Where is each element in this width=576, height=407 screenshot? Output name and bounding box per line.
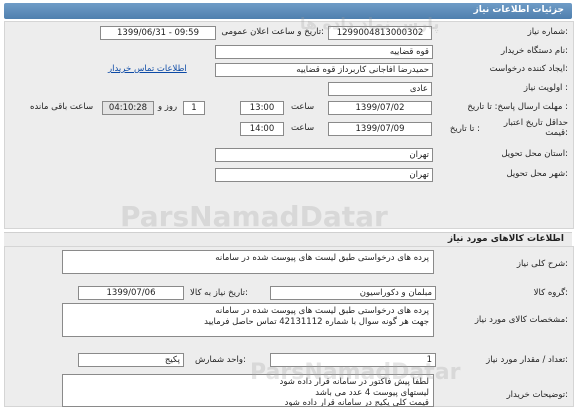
spec-line: جهت هر گونه سوال با شماره 42131112 تماس … [204, 316, 429, 327]
province-field: تهران [215, 148, 433, 162]
reply-date-field: 1399/07/02 [328, 101, 432, 115]
summary-label: شرح کلی نیاز: [516, 259, 568, 269]
announce-field: 1399/06/31 - 09:59 [100, 26, 216, 40]
count-field: 1 [270, 353, 436, 367]
need-date-label: تاریخ نیاز به کالا: [190, 288, 248, 298]
buyer-notes-line: قیمت کلی پکیج در سامانه قرار داده شود [284, 398, 429, 407]
validity-until-label: تا تاریخ : [449, 124, 480, 134]
summary-text: پرده های درخواستی طبق لیست های پیوست شده… [215, 253, 429, 263]
remaining-days-field: 1 [183, 101, 205, 115]
goods-section-title: اطلاعات کالاهای مورد نیاز [447, 234, 564, 244]
count-label: تعداد / مقدار مورد نیاز: [486, 355, 568, 365]
buyer-notes-line: لیستهای پیوست 4 عدد می باشد [315, 387, 429, 398]
remaining-time-field: 04:10:28 [102, 101, 154, 115]
city-field: تهران [215, 168, 433, 182]
reply-time-field: 13:00 [240, 101, 284, 115]
unit-field: پکیج [78, 353, 184, 367]
need-number-field: 1299004813000302 [328, 26, 432, 40]
goods-section-header: اطلاعات کالاهای مورد نیاز [4, 232, 572, 247]
buyer-field: قوه قضاییه [215, 45, 433, 59]
page-header: جزئیات اطلاعات نیاز [4, 3, 572, 19]
spec-label: مشخصات کالای مورد نیاز: [474, 315, 568, 325]
reply-deadline-label: مهلت ارسال پاسخ: تا تاریخ : [467, 102, 568, 112]
page-title: جزئیات اطلاعات نیاز [473, 5, 564, 15]
day-and-label: روز و [158, 102, 178, 112]
buyer-contact-link[interactable]: اطلاعات تماس خریدار [108, 64, 187, 74]
validity-time-label: ساعت [291, 123, 315, 133]
validity-label-line2: قیمت: [545, 128, 568, 138]
priority-label: اولویت نیاز : [523, 83, 568, 93]
province-label: استان محل تحویل: [501, 149, 568, 159]
spec-field: پرده های درخواستی طبق لیست های پیوست شده… [62, 303, 434, 337]
validity-date-field: 1399/07/09 [328, 122, 432, 136]
group-field: مبلمان و دکوراسیون [270, 286, 436, 300]
requester-label: ایجاد کننده درخواست: [489, 64, 568, 74]
buyer-label: نام دستگاه خریدار: [501, 46, 568, 56]
buyer-notes-label: توضیحات خریدار: [506, 390, 568, 400]
requester-field: حمیدرضا افاجانی کاربرداز قوه قضاییه [215, 63, 433, 77]
group-label: گروه کالا: [533, 288, 568, 298]
announce-label: تاریخ و ساعت اعلان عمومی: [221, 27, 324, 37]
need-date-field: 1399/07/06 [78, 286, 184, 300]
validity-label-line1: حداقل تاریخ اعتبار [503, 118, 568, 128]
unit-label: واحد شمارش: [195, 355, 246, 365]
spec-line: پرده های درخواستی طبق لیست های پیوست شده… [215, 306, 429, 316]
remaining-time-label: ساعت باقی مانده [30, 102, 94, 112]
priority-field: عادی [328, 82, 432, 96]
need-number-label: شماره نیاز: [527, 27, 568, 37]
buyer-notes-field: لطفا پیش فاکتور در سامانه قرار داده شود … [62, 374, 434, 407]
city-label: شهر محل تحویل: [506, 169, 568, 179]
buyer-notes-line: لطفا پیش فاکتور در سامانه قرار داده شود [279, 377, 429, 387]
summary-field: پرده های درخواستی طبق لیست های پیوست شده… [62, 250, 434, 274]
reply-time-label: ساعت [291, 102, 315, 112]
validity-time-field: 14:00 [240, 122, 284, 136]
